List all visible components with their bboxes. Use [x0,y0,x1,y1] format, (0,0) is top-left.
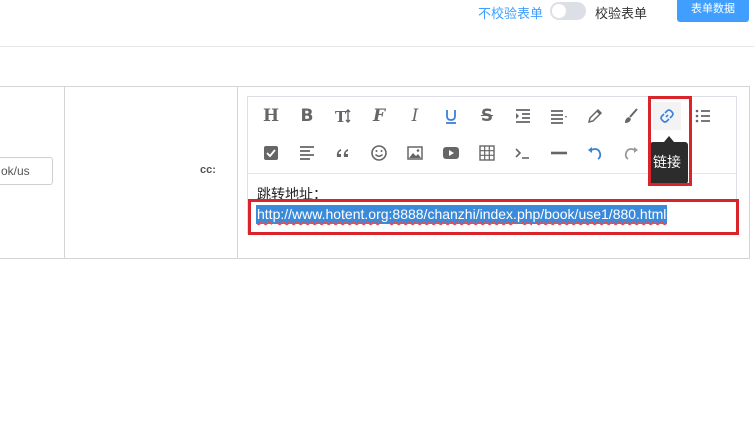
image-icon[interactable] [401,139,429,167]
code-icon[interactable] [509,139,537,167]
italic-icon[interactable]: I [401,102,429,130]
brush-icon[interactable] [617,102,645,130]
align-icon[interactable] [545,102,573,130]
table-icon[interactable] [473,139,501,167]
emoticon-icon[interactable] [365,139,393,167]
list-icon[interactable] [689,102,717,130]
font-family-icon[interactable]: F [365,102,393,130]
redo-icon[interactable] [617,139,645,167]
undo-icon[interactable] [581,139,609,167]
top-toolbar: 不校验表单 校验表单 表单数据 [0,0,754,47]
validate-toggle[interactable] [550,2,586,20]
pen-icon[interactable] [581,102,609,130]
font-size-icon[interactable]: T [329,102,357,130]
column-divider [64,86,65,258]
link-button-highlight [648,96,692,186]
toggle-knob [552,4,566,18]
cc-label: cc: [200,164,216,176]
strikethrough-icon[interactable]: S [473,102,501,130]
column-divider [237,86,238,258]
justify-icon[interactable] [293,139,321,167]
no-validate-label[interactable]: 不校验表单 [478,3,543,22]
indent-icon[interactable] [509,102,537,130]
text-input[interactable]: ok/us [0,157,53,185]
form-data-button[interactable]: 表单数据 [677,0,749,22]
underline-icon[interactable] [437,102,465,130]
url-highlight [248,199,739,235]
bold-icon[interactable]: B [293,102,321,130]
divider-icon[interactable] [545,139,573,167]
validate-label[interactable]: 校验表单 [595,3,647,22]
svg-text:T: T [335,108,347,125]
todo-icon[interactable] [257,139,285,167]
video-icon[interactable] [437,139,465,167]
heading-icon[interactable]: H [257,102,285,130]
quote-icon[interactable] [329,139,357,167]
